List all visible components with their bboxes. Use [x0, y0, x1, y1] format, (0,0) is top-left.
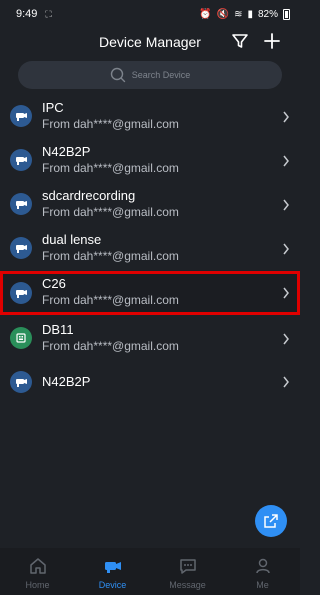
status-icons: ⏰ 🔇 ≋ ▮ 82%	[199, 8, 290, 20]
battery-icon	[283, 8, 290, 20]
device-texts: N42B2P From dah****@gmail.com	[42, 143, 179, 177]
filter-icon[interactable]	[231, 32, 249, 50]
device-name: DB11	[42, 322, 74, 337]
device-row-sdcardrecording[interactable]: sdcardrecording From dah****@gmail.com	[0, 183, 300, 227]
person-icon	[255, 558, 270, 574]
message-icon	[179, 559, 196, 574]
camera-icon	[10, 371, 32, 393]
device-texts: IPC From dah****@gmail.com	[42, 99, 179, 133]
chevron-right-icon	[283, 287, 289, 299]
device-name: N42B2P	[42, 144, 91, 159]
tab-me[interactable]: Me	[225, 548, 300, 595]
device-row-n42b2p-2[interactable]: N42B2P	[0, 361, 300, 403]
page-title: Device Manager	[99, 34, 201, 50]
device-name: N42B2P	[42, 374, 91, 389]
tab-label: Device	[98, 580, 127, 590]
device-texts: sdcardrecording From dah****@gmail.com	[42, 187, 179, 221]
search-icon	[110, 67, 125, 83]
device-texts: dual lense From dah****@gmail.com	[42, 231, 179, 265]
device-texts: DB11 From dah****@gmail.com	[42, 321, 179, 355]
screenshot-icon: ⛶	[45, 8, 52, 19]
device-owner: From dah****@gmail.com	[42, 249, 179, 263]
device-row-dual-lense[interactable]: dual lense From dah****@gmail.com	[0, 227, 300, 271]
chevron-right-icon	[283, 199, 289, 211]
camera-icon	[10, 149, 32, 171]
share-icon	[264, 514, 278, 528]
chevron-right-icon	[283, 155, 289, 167]
device-name: C26	[42, 276, 66, 291]
share-button[interactable]	[255, 505, 287, 537]
device-icon	[104, 562, 121, 573]
device-owner: From dah****@gmail.com	[42, 293, 179, 307]
device-row-db11[interactable]: DB11 From dah****@gmail.com	[0, 317, 300, 361]
device-row-n42b2p[interactable]: N42B2P From dah****@gmail.com	[0, 139, 300, 183]
mute-icon: 🔇	[216, 8, 230, 20]
doorbell-icon	[10, 327, 32, 349]
search-placeholder: Search Device	[131, 70, 191, 80]
tab-label: Home	[25, 580, 50, 590]
camera-icon	[10, 282, 32, 304]
camera-icon	[10, 237, 32, 259]
device-owner: From dah****@gmail.com	[42, 339, 179, 353]
status-bar: 9:49 ⛶ ⏰ 🔇 ≋ ▮ 82%	[0, 0, 300, 28]
device-name: dual lense	[42, 232, 102, 247]
alarm-icon: ⏰	[199, 8, 212, 20]
tab-bar: Home Device Message Me	[0, 548, 300, 595]
chevron-right-icon	[283, 111, 289, 123]
chevron-right-icon	[283, 376, 289, 388]
tab-label: Me	[256, 580, 269, 590]
signal-icon: ▮	[247, 8, 253, 20]
battery-percent: 82%	[257, 8, 278, 20]
device-owner: From dah****@gmail.com	[42, 117, 179, 131]
home-icon	[29, 558, 46, 574]
tab-home[interactable]: Home	[0, 548, 75, 595]
add-icon[interactable]	[262, 31, 282, 51]
device-name: IPC	[42, 100, 64, 115]
tab-label: Message	[169, 580, 206, 590]
status-time: 9:49	[16, 8, 38, 20]
device-name: sdcardrecording	[42, 188, 136, 203]
device-row-ipc[interactable]: IPC From dah****@gmail.com	[0, 95, 300, 139]
tab-device[interactable]: Device	[75, 548, 150, 595]
tab-message[interactable]: Message	[150, 548, 225, 595]
chevron-right-icon	[283, 243, 289, 255]
camera-icon	[10, 105, 32, 127]
device-texts: C26 From dah****@gmail.com	[42, 275, 179, 309]
device-owner: From dah****@gmail.com	[42, 205, 179, 219]
wifi-icon: ≋	[234, 8, 243, 20]
camera-icon	[10, 193, 32, 215]
device-texts: N42B2P	[42, 373, 90, 390]
header: Device Manager	[0, 28, 300, 56]
device-row-c26[interactable]: C26 From dah****@gmail.com	[0, 271, 300, 315]
chevron-right-icon	[283, 333, 289, 345]
search-input[interactable]: Search Device	[18, 61, 282, 89]
device-owner: From dah****@gmail.com	[42, 161, 179, 175]
